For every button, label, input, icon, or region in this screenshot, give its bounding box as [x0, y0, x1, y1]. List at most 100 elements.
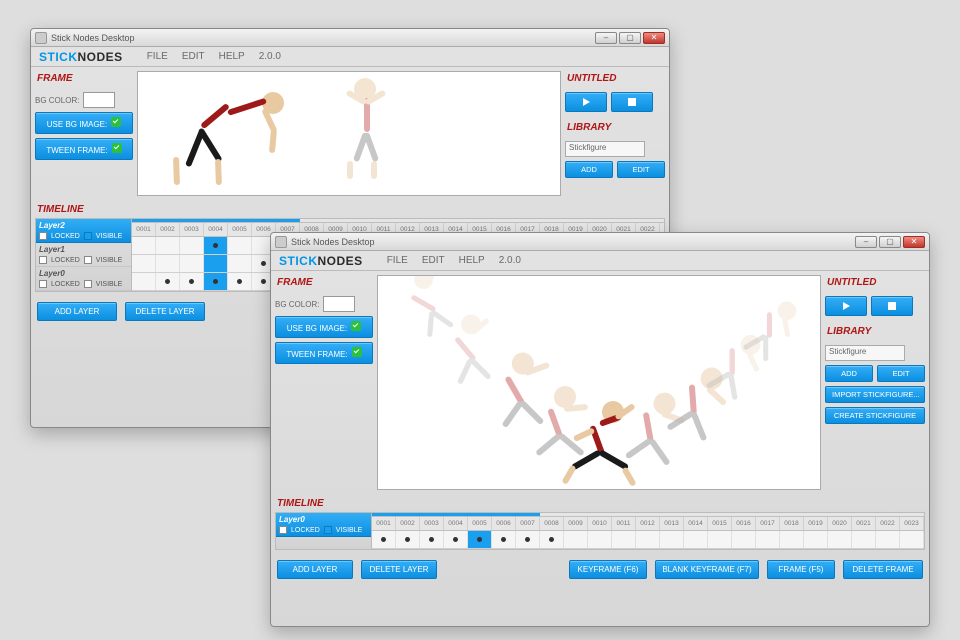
frame-number[interactable]: 0016 [732, 517, 756, 530]
frame-number[interactable]: 0005 [468, 517, 492, 530]
bg-color-swatch[interactable] [83, 92, 115, 108]
library-add-button[interactable]: ADD [825, 365, 873, 382]
frame-cell[interactable] [180, 273, 204, 290]
add-layer-button[interactable]: ADD LAYER [37, 302, 117, 321]
import-stickfigure-button[interactable]: IMPORT STICKFIGURE... [825, 386, 925, 403]
bg-color-swatch[interactable] [323, 296, 355, 312]
delete-layer-button[interactable]: DELETE LAYER [125, 302, 205, 321]
frame-number[interactable]: 0013 [660, 517, 684, 530]
keyframe-button[interactable]: KEYFRAME (F6) [569, 560, 647, 579]
frame-cell[interactable] [876, 531, 900, 548]
frame-cell[interactable] [468, 531, 492, 548]
play-button[interactable] [825, 296, 867, 316]
visible-checkbox[interactable] [84, 256, 92, 264]
library-item-field[interactable]: Stickfigure [565, 141, 645, 157]
library-item-field[interactable]: Stickfigure [825, 345, 905, 361]
titlebar[interactable]: Stick Nodes Desktop – ▢ ✕ [31, 29, 669, 47]
visible-checkbox[interactable] [84, 280, 92, 288]
library-edit-button[interactable]: EDIT [877, 365, 925, 382]
menu-help[interactable]: HELP [459, 255, 485, 266]
locked-checkbox[interactable] [279, 526, 287, 534]
frame-cell[interactable] [732, 531, 756, 548]
stop-button[interactable] [611, 92, 653, 112]
layer-block[interactable]: Layer1LOCKED VISIBLE [36, 243, 131, 267]
frame-cell[interactable] [156, 237, 180, 254]
menu-file[interactable]: FILE [147, 51, 168, 62]
frame-cell[interactable] [132, 237, 156, 254]
frame-cell[interactable] [588, 531, 612, 548]
frame-number[interactable]: 0010 [588, 517, 612, 530]
frame-number[interactable]: 0014 [684, 517, 708, 530]
frame-cell[interactable] [564, 531, 588, 548]
frame-cell[interactable] [540, 531, 564, 548]
locked-checkbox[interactable] [39, 232, 47, 240]
frame-cell[interactable] [180, 255, 204, 272]
frame-number[interactable]: 0011 [612, 517, 636, 530]
menu-edit[interactable]: EDIT [182, 51, 205, 62]
visible-checkbox[interactable] [324, 526, 332, 534]
frame-number[interactable]: 0021 [852, 517, 876, 530]
minimize-button[interactable]: – [595, 32, 617, 44]
use-bg-image-button[interactable]: USE BG IMAGE: [275, 316, 373, 338]
frame-number[interactable]: 0023 [900, 517, 924, 530]
frame-cell[interactable] [204, 273, 228, 290]
frame-cell[interactable] [228, 273, 252, 290]
frame-number[interactable]: 0004 [204, 223, 228, 236]
delete-frame-button[interactable]: DELETE FRAME [843, 560, 923, 579]
track-row[interactable] [372, 531, 924, 549]
frame-cell[interactable] [156, 273, 180, 290]
library-edit-button[interactable]: EDIT [617, 161, 665, 178]
frame-cell[interactable] [492, 531, 516, 548]
frame-number[interactable]: 0003 [420, 517, 444, 530]
frame-cell[interactable] [228, 255, 252, 272]
layer-block[interactable]: Layer2LOCKED VISIBLE [36, 219, 131, 243]
frame-number[interactable]: 0003 [180, 223, 204, 236]
close-button[interactable]: ✕ [643, 32, 665, 44]
frame-button[interactable]: FRAME (F5) [767, 560, 835, 579]
blank-keyframe-button[interactable]: BLANK KEYFRAME (F7) [655, 560, 759, 579]
locked-checkbox[interactable] [39, 280, 47, 288]
canvas[interactable] [377, 275, 821, 490]
frame-number[interactable]: 0004 [444, 517, 468, 530]
frame-cell[interactable] [396, 531, 420, 548]
frame-cell[interactable] [660, 531, 684, 548]
frame-number[interactable]: 0005 [228, 223, 252, 236]
frame-cell[interactable] [204, 237, 228, 254]
library-add-button[interactable]: ADD [565, 161, 613, 178]
frame-cell[interactable] [204, 255, 228, 272]
frame-cell[interactable] [852, 531, 876, 548]
frame-number[interactable]: 0012 [636, 517, 660, 530]
layer-block[interactable]: Layer0LOCKED VISIBLE [36, 267, 131, 291]
maximize-button[interactable]: ▢ [879, 236, 901, 248]
frame-number[interactable]: 0019 [804, 517, 828, 530]
use-bg-image-button[interactable]: USE BG IMAGE: [35, 112, 133, 134]
stop-button[interactable] [871, 296, 913, 316]
frame-number[interactable]: 0002 [396, 517, 420, 530]
frame-number[interactable]: 0022 [876, 517, 900, 530]
play-button[interactable] [565, 92, 607, 112]
frame-cell[interactable] [636, 531, 660, 548]
menu-edit[interactable]: EDIT [422, 255, 445, 266]
frame-number[interactable]: 0015 [708, 517, 732, 530]
frame-cell[interactable] [780, 531, 804, 548]
delete-layer-button[interactable]: DELETE LAYER [361, 560, 437, 579]
frame-cell[interactable] [804, 531, 828, 548]
frame-cell[interactable] [420, 531, 444, 548]
frame-cell[interactable] [828, 531, 852, 548]
create-stickfigure-button[interactable]: CREATE STICKFIGURE [825, 407, 925, 424]
canvas[interactable] [137, 71, 561, 196]
frame-number[interactable]: 0008 [540, 517, 564, 530]
frame-cell[interactable] [180, 237, 204, 254]
minimize-button[interactable]: – [855, 236, 877, 248]
frame-cell[interactable] [756, 531, 780, 548]
titlebar[interactable]: Stick Nodes Desktop – ▢ ✕ [271, 233, 929, 251]
frame-number[interactable]: 0006 [492, 517, 516, 530]
visible-checkbox[interactable] [84, 232, 92, 240]
frame-number[interactable]: 0007 [516, 517, 540, 530]
maximize-button[interactable]: ▢ [619, 32, 641, 44]
frame-cell[interactable] [132, 255, 156, 272]
tween-frame-button[interactable]: TWEEN FRAME: [35, 138, 133, 160]
frame-number[interactable]: 0001 [132, 223, 156, 236]
frame-cell[interactable] [228, 237, 252, 254]
close-button[interactable]: ✕ [903, 236, 925, 248]
